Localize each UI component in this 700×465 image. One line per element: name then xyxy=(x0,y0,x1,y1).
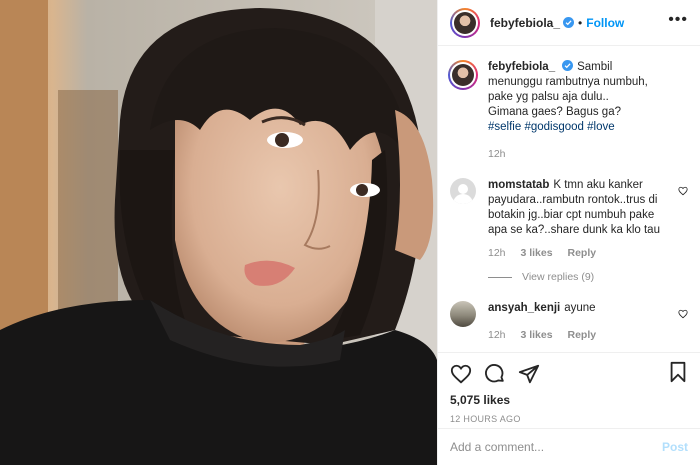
reply-button[interactable]: Reply xyxy=(568,329,597,341)
comment-likes[interactable]: 3 likes xyxy=(520,247,552,259)
follow-button[interactable]: Follow xyxy=(586,16,624,30)
add-comment-input[interactable] xyxy=(450,440,662,454)
post-actions: 5,075 likes 12 HOURS AGO xyxy=(438,352,700,424)
comment-avatar-default[interactable] xyxy=(450,178,476,204)
likes-count[interactable]: 5,075 likes xyxy=(450,393,688,407)
add-comment-bar: Post xyxy=(438,428,700,465)
verified-badge-icon xyxy=(563,17,575,28)
comment-heart-icon[interactable] xyxy=(678,309,688,319)
caption-username[interactable]: febyfebiola_ xyxy=(488,61,555,73)
comment-item: ansyah_kenji ayune 12h 3 likes Reply xyxy=(450,301,688,343)
post-side-panel: febyfebiola_ • Follow ••• febyfebiola_ Sa… xyxy=(437,0,700,465)
post-header: febyfebiola_ • Follow ••• xyxy=(438,0,700,46)
verified-badge-icon xyxy=(562,60,574,71)
paper-plane-icon[interactable] xyxy=(518,363,540,385)
comment-time[interactable]: 12h xyxy=(488,329,506,341)
author-avatar[interactable] xyxy=(450,7,480,38)
comment-time[interactable]: 12h xyxy=(488,247,506,259)
more-options-icon[interactable]: ••• xyxy=(668,12,688,28)
view-replies-label[interactable]: View replies (9) xyxy=(522,271,594,283)
reply-button[interactable]: Reply xyxy=(568,247,597,259)
hashtag-selfie[interactable]: #selfie xyxy=(488,121,521,133)
comment-bubble-icon[interactable] xyxy=(484,363,506,385)
comment-item: momstatab K tmn aku kanker payudara..ramb… xyxy=(450,178,688,261)
comments-list[interactable]: febyfebiola_ Sambil menunggu rambutnya nu… xyxy=(438,46,700,352)
author-username[interactable]: febyfebiola_ xyxy=(490,16,560,30)
caption: febyfebiola_ Sambil menunggu rambutnya nu… xyxy=(448,60,688,162)
view-replies-line xyxy=(488,276,512,278)
post-timestamp[interactable]: 12 HOURS AGO xyxy=(450,414,688,424)
comment-username[interactable]: ansyah_kenji xyxy=(488,302,560,314)
post-comment-button[interactable]: Post xyxy=(662,440,688,454)
hashtag-godisgood[interactable]: #godisgood xyxy=(524,121,583,133)
caption-line2: Gimana gaes? Bagus ga? xyxy=(488,106,621,118)
comment-heart-icon[interactable] xyxy=(678,186,688,196)
comment-username[interactable]: momstatab xyxy=(488,179,549,191)
header-separator: • xyxy=(578,15,583,30)
caption-time[interactable]: 12h xyxy=(488,148,506,160)
selfie-photo-illustration xyxy=(0,0,437,465)
view-replies-button[interactable]: View replies (9) xyxy=(488,271,688,283)
heart-icon[interactable] xyxy=(450,363,472,385)
comment-text: ayune xyxy=(564,302,596,314)
bookmark-icon[interactable] xyxy=(668,361,688,383)
comment-likes[interactable]: 3 likes xyxy=(520,329,552,341)
caption-avatar[interactable] xyxy=(448,60,478,90)
instagram-post-view: febyfebiola_ • Follow ••• febyfebiola_ Sa… xyxy=(0,0,700,465)
comment-avatar[interactable] xyxy=(450,301,476,327)
post-photo[interactable] xyxy=(0,0,437,465)
hashtag-love[interactable]: #love xyxy=(587,121,615,133)
